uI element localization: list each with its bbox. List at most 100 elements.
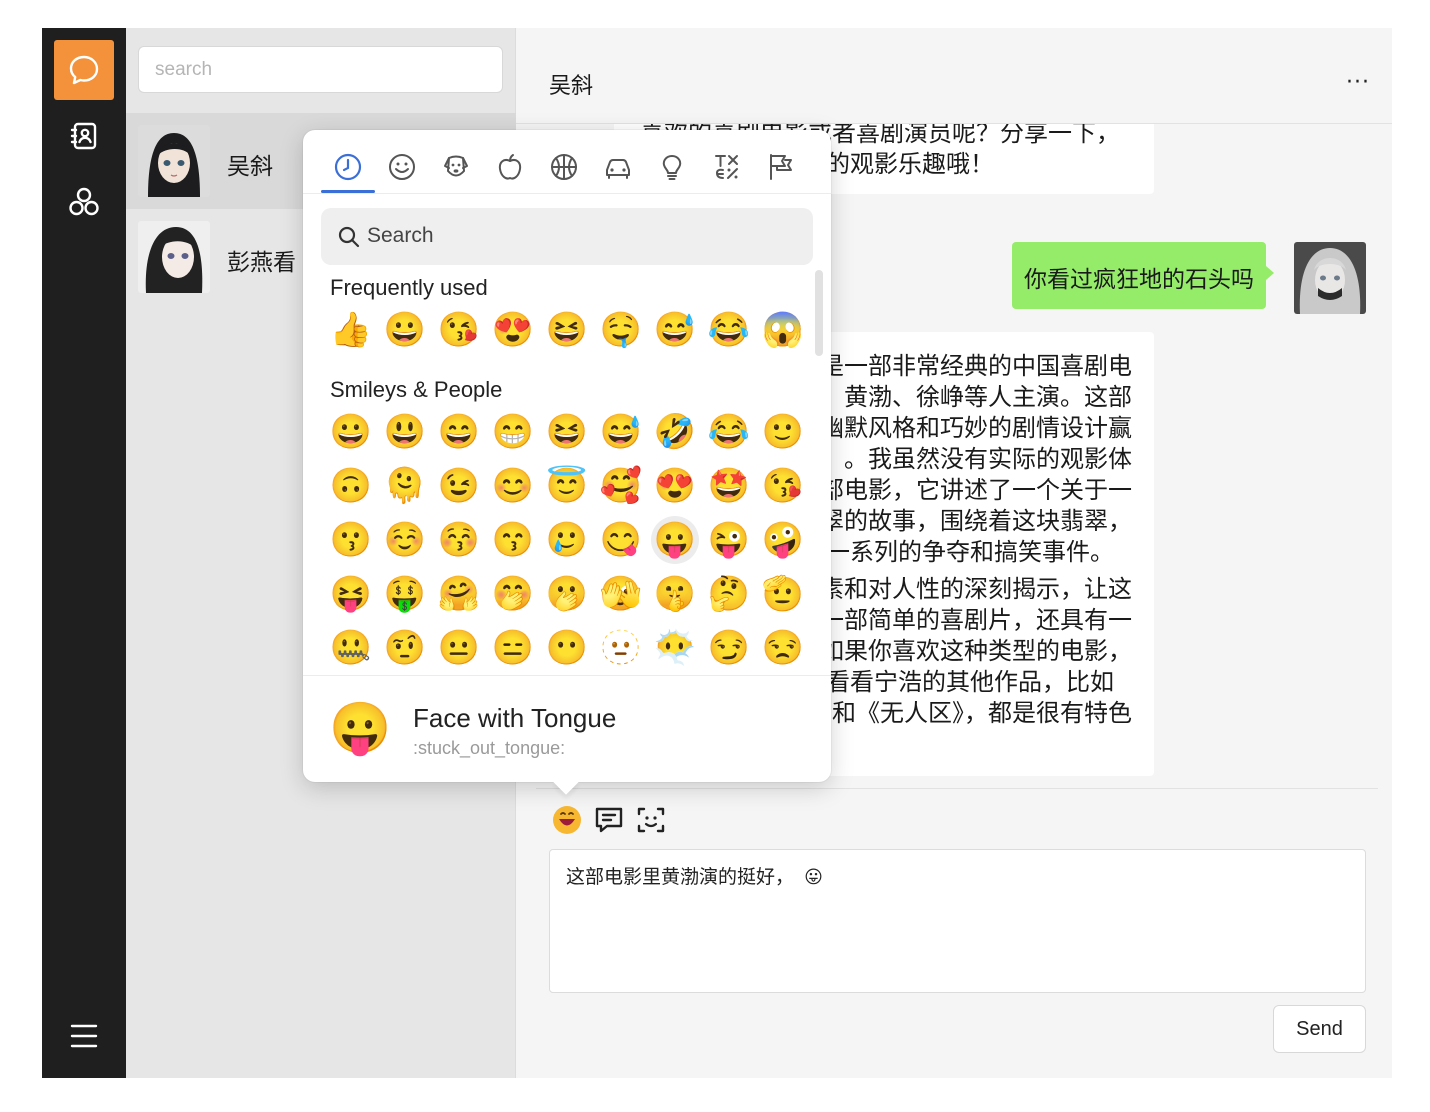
inline-emoji: 😛	[804, 867, 823, 888]
quote-message-button[interactable]	[592, 803, 626, 837]
smiley-emoji[interactable]: 😃	[381, 408, 429, 456]
composer-toolbar	[550, 803, 668, 837]
smiley-emoji[interactable]: 😆	[543, 408, 591, 456]
smiley-emoji[interactable]: 😅	[597, 408, 645, 456]
avatar	[1294, 242, 1366, 314]
smiley-emoji[interactable]: 😄	[435, 408, 483, 456]
smiley-emoji[interactable]: 😏	[705, 624, 753, 668]
smiley-emoji[interactable]: 🤪	[759, 516, 807, 564]
smiley-emoji[interactable]: 😒	[759, 624, 807, 668]
screenshot-button[interactable]	[634, 803, 668, 837]
more-options-button[interactable]: ···	[1346, 70, 1370, 95]
nav-contacts-button[interactable]	[54, 106, 114, 166]
smiley-emoji[interactable]: 🥰	[597, 462, 645, 510]
smiley-emoji[interactable]: 😚	[435, 516, 483, 564]
smiley-emoji[interactable]: 🫢	[543, 570, 591, 618]
lightbulb-icon	[662, 155, 682, 180]
smiley-emoji[interactable]: 😛	[651, 516, 699, 564]
smiley-emoji[interactable]: 😗	[327, 516, 375, 564]
frequent-emoji[interactable]: 😆	[543, 306, 591, 354]
smiley-emoji[interactable]: 🙂	[759, 408, 807, 456]
smiley-emoji[interactable]: 🙃	[327, 462, 375, 510]
frequent-emoji[interactable]: 😘	[435, 306, 483, 354]
category-travel-tab[interactable]	[591, 142, 645, 192]
smiley-emoji[interactable]: 😶	[543, 624, 591, 668]
smiley-emoji[interactable]: 🤩	[705, 462, 753, 510]
smiley-emoji[interactable]: 😋	[597, 516, 645, 564]
nav-chats-button[interactable]	[54, 40, 114, 100]
avatar	[138, 221, 210, 293]
smiley-emoji[interactable]: 🫠	[381, 462, 429, 510]
preview-emoji-name: Face with Tongue	[413, 703, 617, 733]
frequent-emoji[interactable]: 😀	[381, 306, 429, 354]
contacts-book-icon	[70, 122, 97, 150]
smiley-emoji[interactable]: 😐	[435, 624, 483, 668]
smiley-emoji[interactable]: 🤗	[435, 570, 483, 618]
smiley-emoji[interactable]: 😉	[435, 462, 483, 510]
circles-icon	[69, 187, 99, 216]
category-animals-tab[interactable]	[429, 142, 483, 192]
smiley-emoji[interactable]: ☺️	[381, 516, 429, 564]
category-symbols-tab[interactable]	[699, 142, 753, 192]
send-button[interactable]: Send	[1273, 1005, 1366, 1053]
nav-menu-button[interactable]	[54, 1006, 114, 1066]
category-flags-tab[interactable]	[753, 142, 807, 192]
smiley-emoji[interactable]: 🤭	[489, 570, 537, 618]
emoji-search-placeholder: Search	[367, 224, 434, 247]
car-icon	[606, 159, 630, 179]
smiley-emoji[interactable]: 🫡	[759, 570, 807, 618]
emoji-search-input[interactable]: Search	[321, 208, 813, 265]
smiley-emoji[interactable]: 😙	[489, 516, 537, 564]
symbols-icon	[715, 155, 738, 179]
smiley-emoji[interactable]: 😊	[489, 462, 537, 510]
smiley-emoji[interactable]: 😜	[705, 516, 753, 564]
avatar	[138, 125, 210, 197]
smiley-emoji[interactable]: 😶‍🌫️	[651, 624, 699, 668]
category-smileys-tab[interactable]	[375, 142, 429, 192]
frequent-emoji[interactable]: 😅	[651, 306, 699, 354]
emoji-scrollbar[interactable]	[815, 270, 823, 356]
frequent-emoji[interactable]: 😱	[759, 306, 807, 354]
smiley-emoji[interactable]: 🤔	[705, 570, 753, 618]
smiley-emoji[interactable]: 🤣	[651, 408, 699, 456]
chat-title: 吴斜	[549, 74, 594, 99]
emoji-button[interactable]	[550, 803, 584, 837]
message-input-text: 这部电影里黄渤演的挺好，	[566, 866, 795, 888]
smiley-emoji[interactable]: 😑	[489, 624, 537, 668]
smiley-emoji[interactable]: 😂	[705, 408, 753, 456]
smiley-emoji[interactable]: 😍	[651, 462, 699, 510]
smiley-emoji[interactable]: 🫣	[597, 570, 645, 618]
category-objects-tab[interactable]	[645, 142, 699, 192]
apple-icon	[498, 154, 522, 180]
preview-emoji: 😛	[329, 700, 392, 756]
nav-moments-button[interactable]	[54, 172, 114, 232]
smiley-emoji[interactable]: 😘	[759, 462, 807, 510]
smiley-emoji[interactable]: 😁	[489, 408, 537, 456]
category-activities-tab[interactable]	[537, 142, 591, 192]
frequent-emoji[interactable]: 😂	[705, 306, 753, 354]
hamburger-menu-icon	[70, 1024, 98, 1048]
frequent-emoji[interactable]: 🤤	[597, 306, 645, 354]
smiley-emoji[interactable]: 😀	[327, 408, 375, 456]
emoji-grid[interactable]: 👍 😀 😘 😍 😆 🤤 😅 😂 😱 😀 😃 😄 😁 😆 😅 🤣 😂 🙂 🙃 🫠 😉 😊 😇 🥰 😍 🤩 😘 😗 ☺️ 😚 😙 🥲 😋 😛 😜 🤪 😝 🤑…	[321, 270, 813, 668]
frequent-emoji[interactable]: 👍	[327, 306, 375, 354]
smiley-emoji[interactable]: 🫥	[597, 624, 645, 668]
message-square-icon	[595, 807, 623, 833]
smiley-emoji[interactable]: 🤐	[327, 624, 375, 668]
category-recent-tab[interactable]	[321, 142, 375, 193]
dog-icon	[444, 155, 468, 177]
contact-search-input[interactable]	[138, 46, 503, 93]
smiley-emoji[interactable]: 🤑	[381, 570, 429, 618]
message-input[interactable]: 这部电影里黄渤演的挺好， 😛	[549, 849, 1366, 993]
smiley-emoji[interactable]: 😇	[543, 462, 591, 510]
clock-icon	[334, 153, 362, 181]
smiley-emoji[interactable]: 🤫	[651, 570, 699, 618]
tabs-divider	[303, 193, 831, 194]
category-food-tab[interactable]	[483, 142, 537, 192]
smiley-emoji[interactable]: 🥲	[543, 516, 591, 564]
smiley-emoji[interactable]: 🤨	[381, 624, 429, 668]
frequent-emoji[interactable]: 😍	[489, 306, 537, 354]
smiley-emoji[interactable]: 😝	[327, 570, 375, 618]
basketball-icon	[551, 154, 577, 180]
emoji-picker: Search Frequently used Smileys & People …	[303, 130, 831, 782]
